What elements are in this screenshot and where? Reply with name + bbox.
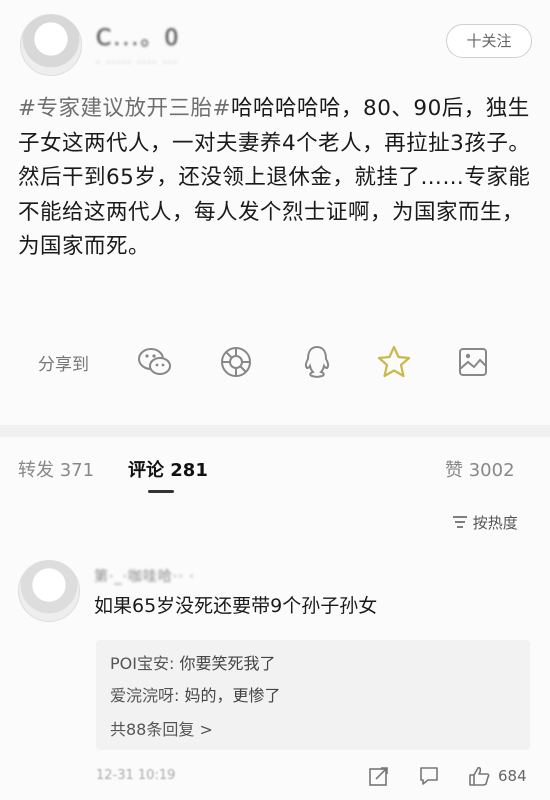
reply-preview[interactable]: POI宝安: 你要笑死我了 爱浣浣呀: 妈的，更惨了 共88条回复 > — [96, 640, 530, 750]
hashtag-link[interactable]: #专家建议放开三胎# — [18, 96, 231, 121]
post-header: C...。0 · ····· ···· ··· 十关注 — [0, 0, 550, 88]
reply-item: 爱浣浣呀: 妈的，更惨了 — [110, 682, 281, 706]
comment-footer: 12-31 10:19 684 — [0, 762, 550, 792]
commenter-avatar[interactable] — [18, 560, 80, 622]
qzone-icon[interactable] — [376, 344, 412, 380]
qq-icon[interactable] — [299, 344, 335, 380]
tab-likes[interactable]: 赞 3002 — [445, 456, 515, 482]
share-bar: 分享到 — [0, 340, 550, 386]
follow-button[interactable]: 十关注 — [446, 24, 532, 58]
more-replies-link[interactable]: 共88条回复 > — [110, 716, 213, 740]
reply-author[interactable]: 爱浣浣呀: — [110, 686, 179, 705]
reply-text: 你要笑死我了 — [179, 654, 276, 673]
sort-button[interactable]: 按热度 — [452, 512, 518, 533]
moments-icon[interactable] — [218, 344, 254, 380]
comment-time: 12-31 10:19 — [96, 768, 176, 783]
repost-icon[interactable] — [368, 765, 390, 787]
comment-text: 如果65岁没死还要带9个孙子孙女 — [94, 595, 378, 617]
post-body: #专家建议放开三胎#哈哈哈哈哈，80、90后，独生子女这两代人，一对夫妻养4个老… — [18, 92, 533, 265]
sort-icon — [452, 514, 473, 532]
reply-icon[interactable] — [418, 765, 440, 787]
sort-label: 按热度 — [472, 514, 518, 532]
active-tab-indicator — [148, 490, 174, 493]
tab-repost[interactable]: 转发 371 — [18, 456, 94, 482]
tab-comments[interactable]: 评论 281 — [128, 456, 208, 482]
reply-item: POI宝安: 你要笑死我了 — [110, 650, 275, 674]
save-image-icon[interactable] — [455, 344, 491, 380]
share-label: 分享到 — [38, 355, 89, 375]
section-divider — [0, 425, 550, 437]
author-meta: · ····· ···· ··· — [96, 56, 179, 71]
reply-author[interactable]: POI宝安: — [110, 654, 174, 673]
like-icon[interactable] — [468, 765, 490, 787]
like-count: 684 — [498, 767, 527, 785]
author-name[interactable]: C...。0 — [96, 20, 180, 52]
wechat-icon[interactable] — [137, 344, 173, 380]
author-avatar[interactable] — [20, 14, 82, 76]
commenter-name[interactable]: 第·_·咖哇哈·· · — [94, 566, 195, 586]
tab-bar: 转发 371 评论 281 赞 3002 — [0, 450, 550, 493]
reply-text: 妈的，更惨了 — [184, 686, 281, 705]
